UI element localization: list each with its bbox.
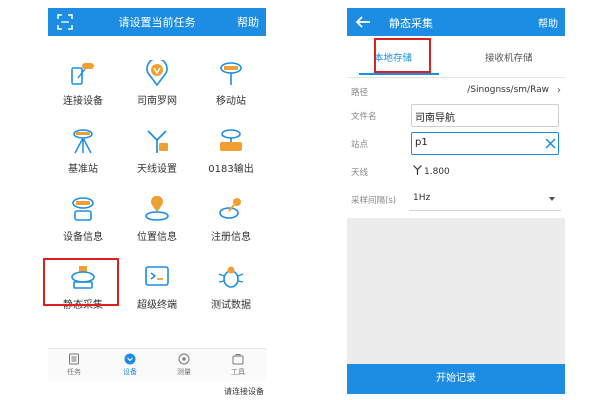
grid-item-label: 超级终端 (137, 300, 177, 311)
measure-icon (178, 353, 190, 365)
filename-label: 文件名 (351, 112, 377, 122)
dropdown-arrow-icon (549, 197, 555, 201)
grid-item-connect-device[interactable]: 连接设备 (48, 54, 118, 112)
interval-label: 采样间隔(s) (351, 196, 397, 206)
grid-item-label: 测试数据 (211, 300, 251, 311)
active-tab-indicator (359, 73, 439, 75)
back-arrow-icon[interactable] (354, 13, 372, 31)
nav-item-measure[interactable]: 测量 (164, 353, 204, 377)
bug-icon (218, 266, 244, 288)
terminal-icon (145, 266, 169, 286)
base-station-icon (73, 129, 93, 154)
right-help-button[interactable]: 帮助 (538, 15, 558, 30)
grid-item-label: 司南罗网 (137, 96, 177, 107)
grid-item-label: 连接设备 (63, 96, 103, 107)
nmea-icon (220, 129, 242, 151)
nav-item-task[interactable]: 任务 (54, 353, 94, 377)
grid-item-base-station[interactable]: 基准站 (48, 122, 118, 180)
grid-item-location-info[interactable]: 位置信息 (122, 190, 192, 248)
grid-item-sinan-network[interactable]: 司南罗网 (122, 54, 192, 112)
grid-item-label: 天线设置 (137, 164, 177, 175)
device-info-icon (72, 197, 94, 221)
nav-item-label: 设备 (123, 368, 137, 376)
antenna-row[interactable]: 天线 1.800 (347, 160, 565, 184)
connect-device-icon (71, 63, 94, 85)
highlight-box-static-collect (43, 258, 119, 306)
nav-item-label: 任务 (67, 368, 81, 376)
grid-item-antenna-settings[interactable]: 天线设置 (122, 122, 192, 180)
interval-row[interactable]: 采样间隔(s) 1Hz (347, 188, 565, 212)
nav-item-device[interactable]: 设备 (110, 353, 150, 377)
grid-item-label: 基准站 (68, 164, 98, 175)
antenna-icon (147, 130, 168, 153)
left-header: 请设置当前任务 帮助 (48, 8, 266, 36)
site-input[interactable]: p1 (411, 132, 559, 155)
grid-item-device-info[interactable]: 设备信息 (48, 190, 118, 248)
grid-item-label: 0183输出 (208, 164, 254, 175)
grid-item-label: 注册信息 (211, 232, 251, 243)
interval-select[interactable]: 1Hz (413, 193, 430, 203)
start-record-button[interactable]: 开始记录 (347, 364, 565, 394)
right-header-title: 静态采集 (389, 17, 433, 30)
grid-item-rover[interactable]: 移动站 (196, 54, 266, 112)
select-underline (409, 210, 561, 211)
grid-item-label: 移动站 (216, 96, 246, 107)
site-label: 站点 (351, 140, 369, 150)
register-key-icon (219, 198, 241, 219)
connect-status-tip: 请连接设备 (224, 387, 264, 396)
filename-input[interactable]: 司南导航 (411, 104, 559, 127)
rover-icon (220, 62, 242, 85)
clear-icon[interactable] (545, 138, 556, 149)
grid-item-test-data[interactable]: 测试数据 (196, 258, 266, 316)
tools-icon (232, 354, 244, 365)
left-screen: 请设置当前任务 帮助 连接设备 司南罗网 移动站 基准站 天线设置 0183输出… (48, 8, 266, 396)
nav-item-label: 工具 (231, 368, 245, 376)
path-value: /Sinognss/sm/Raw (467, 85, 549, 95)
path-row[interactable]: 路径 /Sinognss/sm/Raw › (347, 80, 565, 104)
chevron-right-icon: › (557, 85, 561, 96)
antenna-label: 天线 (351, 168, 369, 178)
bottom-nav: 任务 设备 测量 工具 (48, 348, 266, 382)
nav-item-tools[interactable]: 工具 (218, 353, 258, 377)
filename-row: 文件名 司南导航 (347, 104, 565, 128)
path-label: 路径 (351, 88, 369, 98)
task-icon (69, 353, 79, 365)
antenna-small-icon (413, 165, 422, 175)
grid-item-nmea-output[interactable]: 0183输出 (196, 122, 266, 180)
device-nav-icon (124, 353, 136, 365)
grid-item-register-info[interactable]: 注册信息 (196, 190, 266, 248)
site-row: 站点 p1 (347, 132, 565, 156)
location-icon (145, 196, 169, 221)
left-help-button[interactable]: 帮助 (237, 14, 259, 30)
tab-receiver-storage[interactable]: 接收机存储 (485, 50, 533, 64)
highlight-box-local-storage (374, 38, 431, 73)
antenna-value: 1.800 (424, 167, 450, 177)
grid-item-label: 设备信息 (63, 232, 103, 243)
antenna-value-wrap: 1.800 (413, 165, 450, 177)
sinan-network-icon (146, 60, 168, 86)
empty-content-area (347, 218, 565, 364)
grid-item-terminal[interactable]: 超级终端 (122, 258, 192, 316)
nav-item-label: 测量 (177, 368, 191, 376)
right-header: 静态采集 帮助 (347, 8, 565, 36)
grid-item-label: 位置信息 (137, 232, 177, 243)
left-header-title: 请设置当前任务 (118, 16, 196, 29)
